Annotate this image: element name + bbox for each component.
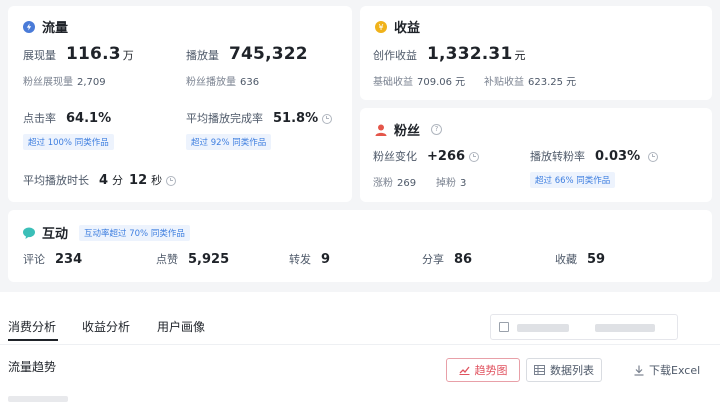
- svg-text:¥: ¥: [378, 23, 383, 32]
- completion-label: 平均播放完成率: [186, 112, 263, 125]
- divider: [0, 344, 720, 345]
- date-range-picker[interactable]: [490, 314, 678, 340]
- ctr-badge: 超过 100% 同类作品: [23, 134, 114, 150]
- creation-income-value: 1,332.31 元: [427, 44, 526, 64]
- plays-value: 745,322: [229, 44, 308, 64]
- date-end-blurred: [595, 324, 655, 332]
- help-icon[interactable]: ?: [431, 124, 443, 135]
- interaction-badge: 互动率超过 70% 同类作品: [79, 224, 190, 241]
- completion-badge: 超过 92% 同类作品: [186, 134, 272, 150]
- clock-icon[interactable]: [322, 113, 333, 124]
- trend-title: 流量趋势: [8, 360, 57, 374]
- fans-title: 粉丝: [394, 124, 421, 139]
- fan-impressions: 粉丝展现量 2,709: [23, 77, 106, 88]
- creation-income-label: 创作收益: [373, 49, 417, 62]
- active-tab-indicator: [8, 339, 58, 341]
- interaction-card: 互动 互动率超过 70% 同类作品 评论 234 点赞 5,925 转发 9 分…: [8, 210, 712, 282]
- impressions-label: 展现量: [23, 49, 56, 62]
- user-icon: [375, 124, 387, 136]
- analysis-panel: 消费分析 收益分析 用户画像 流量趋势 趋势图 数据列表 下载Excel: [0, 292, 720, 404]
- fan-change-value: +266: [427, 149, 480, 164]
- data-list-button[interactable]: 数据列表: [526, 358, 602, 382]
- interaction-item-forwards: 转发 9: [289, 252, 331, 267]
- fan-loss: 掉粉 3: [436, 178, 467, 189]
- download-excel-button[interactable]: 下载Excel: [634, 362, 700, 378]
- ctr-value: 64.1%: [66, 111, 112, 126]
- traffic-icon: [23, 20, 35, 33]
- impressions-value: 116.3 万: [66, 44, 134, 64]
- base-income: 基础收益 709.06 元: [373, 77, 466, 88]
- conversion-value: 0.03%: [595, 149, 659, 164]
- traffic-title: 流量: [42, 21, 69, 36]
- calendar-icon: [499, 322, 509, 332]
- date-start-blurred: [517, 324, 569, 332]
- ctr-label: 点击率: [23, 112, 56, 125]
- interaction-item-shares: 分享 86: [422, 252, 473, 267]
- coin-icon: ¥: [375, 20, 387, 33]
- avg-duration-value: 4 分 12 秒: [99, 172, 177, 188]
- interaction-item-likes: 点赞 5,925: [156, 252, 230, 267]
- chart-legend-cutoff: [8, 396, 68, 402]
- trend-chart-button[interactable]: 趋势图: [446, 358, 520, 382]
- chat-bubble-icon: [23, 227, 35, 239]
- clock-icon[interactable]: [648, 151, 659, 162]
- income-card: ¥ 收益 创作收益 1,332.31 元 基础收益 709.06 元 补贴收益 623…: [360, 6, 712, 100]
- subsidy-income: 补贴收益 623.25 元: [484, 77, 577, 88]
- conversion-label: 播放转粉率: [530, 150, 585, 163]
- plays-label: 播放量: [186, 49, 219, 62]
- conversion-badge: 超过 66% 同类作品: [530, 172, 616, 188]
- interaction-item-favorites: 收藏 59: [555, 252, 606, 267]
- line-chart-icon: [459, 366, 470, 375]
- avg-duration-label: 平均播放时长: [23, 174, 89, 187]
- fan-change-label: 粉丝变化: [373, 150, 417, 163]
- clock-icon[interactable]: [166, 175, 177, 186]
- tab-user-profile[interactable]: 用户画像: [157, 318, 205, 335]
- fan-gain: 涨粉 269: [373, 178, 417, 189]
- clock-icon[interactable]: [469, 151, 480, 162]
- fan-plays: 粉丝播放量 636: [186, 77, 260, 88]
- download-icon: [634, 365, 644, 376]
- income-title: 收益: [394, 21, 421, 36]
- traffic-card: 流量 展现量 116.3 万 播放量 745,322 粉丝展现量 2,709 粉丝播…: [8, 6, 352, 202]
- completion-value: 51.8%: [273, 111, 333, 126]
- interaction-item-comments: 评论 234: [23, 252, 83, 267]
- tab-income-analysis[interactable]: 收益分析: [82, 318, 130, 335]
- table-icon: [534, 365, 545, 375]
- fans-card: 粉丝 ? 粉丝变化 +266 播放转粉率 0.03% 涨粉 269 掉粉 3 超过 …: [360, 108, 712, 202]
- tab-consumption-analysis[interactable]: 消费分析: [8, 318, 56, 335]
- interaction-title: 互动: [42, 227, 69, 242]
